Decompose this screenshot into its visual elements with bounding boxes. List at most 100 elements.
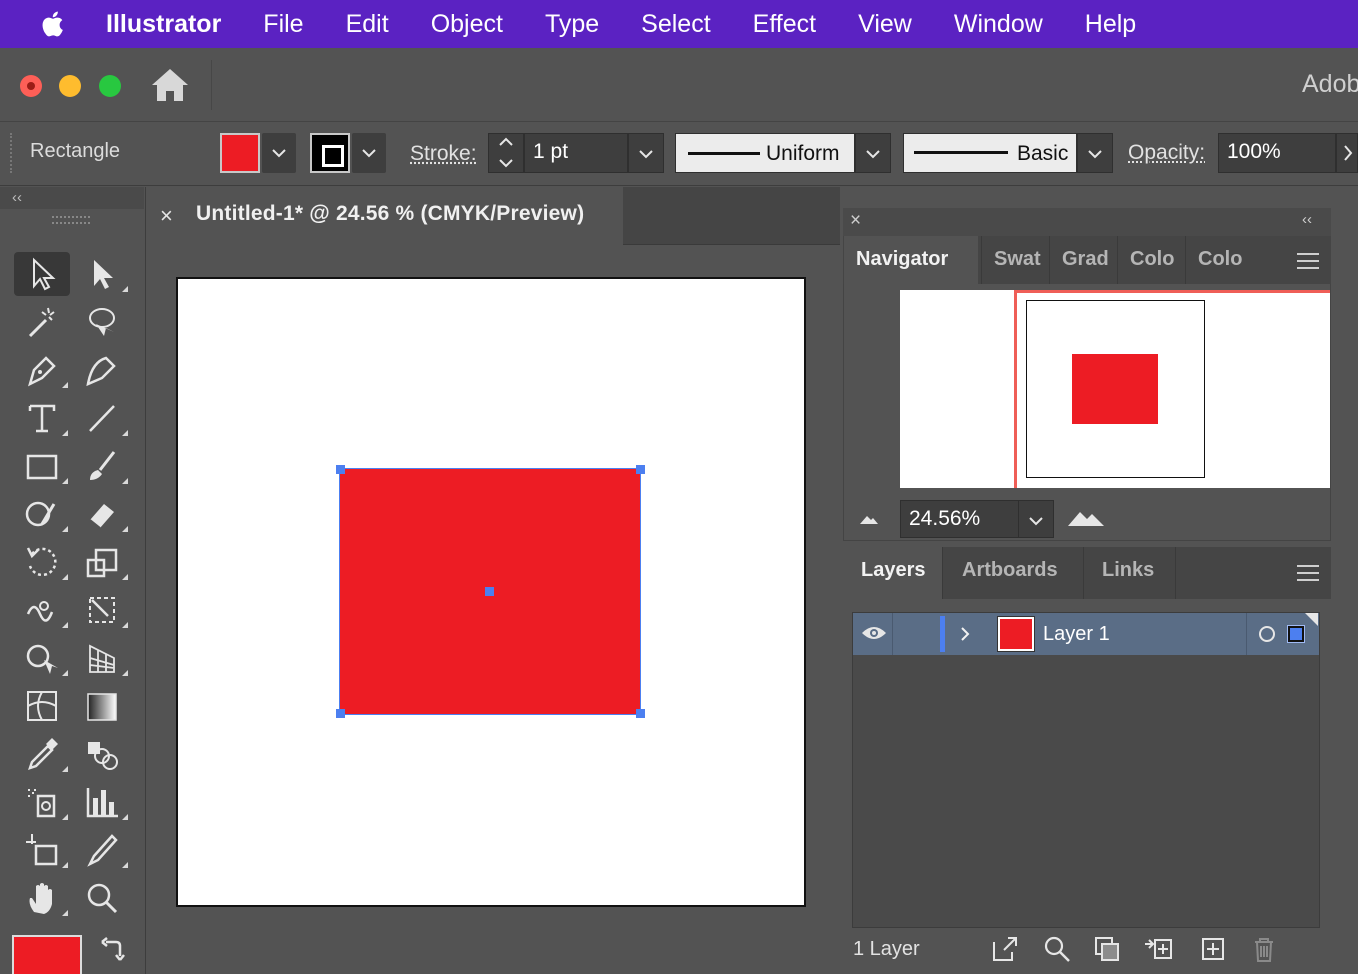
collapse-panels-button[interactable]: ‹‹ [1302, 211, 1312, 228]
layer-target-circle-icon[interactable] [1259, 626, 1275, 642]
menu-view[interactable]: View [858, 10, 912, 39]
trash-icon[interactable] [1249, 934, 1279, 964]
close-panel-button[interactable]: × [850, 210, 861, 232]
shaper-tool[interactable] [14, 492, 70, 536]
line-segment-tool[interactable] [74, 396, 130, 440]
mesh-tool[interactable] [14, 684, 70, 728]
menu-file[interactable]: File [263, 10, 303, 39]
search-icon[interactable] [1042, 934, 1072, 964]
close-document-tab-button[interactable]: × [160, 203, 173, 229]
menu-select[interactable]: Select [641, 10, 710, 39]
zoom-tool[interactable] [74, 876, 130, 920]
eyedropper-tool[interactable] [14, 732, 70, 776]
selection-handle[interactable] [636, 709, 645, 718]
layer-name[interactable]: Layer 1 [1043, 623, 1110, 646]
center-point [485, 587, 494, 596]
selection-handle[interactable] [336, 709, 345, 718]
slice-tool[interactable] [74, 828, 130, 872]
panel-menu-icon[interactable] [1297, 253, 1319, 269]
stroke-color-swatch[interactable] [310, 133, 350, 173]
rectangle-tool[interactable] [14, 444, 70, 488]
gradient-tool[interactable] [74, 684, 130, 728]
opacity-field[interactable]: 100% [1218, 133, 1336, 173]
eraser-icon [89, 504, 114, 529]
magic-wand-tool[interactable] [14, 300, 70, 344]
direct-selection-tool[interactable] [74, 252, 130, 296]
zoom-in-mountain-icon[interactable] [1066, 506, 1106, 528]
menu-edit[interactable]: Edit [346, 10, 389, 39]
apple-icon[interactable] [40, 10, 64, 38]
layer-selection-indicator[interactable] [1287, 625, 1305, 643]
hand-tool[interactable] [14, 876, 70, 920]
fill-color-indicator[interactable] [12, 935, 82, 974]
tab-color[interactable]: Colo [1117, 236, 1181, 284]
tools-panel-grip[interactable] [52, 216, 90, 224]
symbol-sprayer-tool[interactable] [14, 780, 70, 824]
tab-layers[interactable]: Layers [843, 547, 943, 599]
stroke-panel-link[interactable]: Stroke: [410, 142, 477, 166]
menu-help[interactable]: Help [1085, 10, 1136, 39]
window-minimize-button[interactable] [59, 75, 81, 97]
column-graph-tool[interactable] [74, 780, 130, 824]
warp-tool[interactable] [14, 588, 70, 632]
control-bar-grip[interactable] [10, 133, 14, 173]
tab-navigator[interactable]: Navigator [844, 236, 978, 284]
lasso-icon [89, 308, 115, 336]
blend-tool[interactable] [74, 732, 130, 776]
brush-dropdown[interactable] [1077, 133, 1113, 173]
layers-list[interactable] [852, 612, 1320, 928]
panel-menu-icon[interactable] [1297, 565, 1319, 581]
new-sublayer-icon[interactable] [1143, 934, 1173, 964]
tab-gradient[interactable]: Grad [1049, 236, 1113, 284]
selection-tool[interactable] [14, 252, 70, 296]
lasso-tool[interactable] [74, 300, 130, 344]
document-tab-title[interactable]: Untitled-1* @ 24.56 % (CMYK/Preview) [196, 202, 584, 226]
profile-dropdown[interactable] [855, 133, 891, 173]
curvature-tool[interactable] [74, 348, 130, 392]
type-tool[interactable] [14, 396, 70, 440]
menu-app-name[interactable]: Illustrator [106, 10, 221, 39]
tab-color-guide[interactable]: Colo [1185, 236, 1251, 284]
zoom-out-mountain-icon[interactable] [858, 508, 880, 528]
stroke-weight-field[interactable]: 1 pt [524, 133, 628, 173]
paintbrush-tool[interactable] [74, 444, 130, 488]
eraser-tool[interactable] [74, 492, 130, 536]
chevron-right-icon[interactable] [958, 624, 972, 644]
tab-swatches[interactable]: Swat [981, 236, 1045, 284]
window-zoom-button[interactable] [99, 75, 121, 97]
rotate-tool[interactable] [14, 540, 70, 584]
slice-knife-icon [87, 834, 118, 867]
swap-fill-stroke-icon[interactable] [98, 934, 128, 964]
stroke-weight-stepper[interactable] [488, 133, 524, 173]
fill-dropdown-button[interactable] [262, 133, 296, 173]
stroke-weight-dropdown[interactable] [628, 133, 664, 173]
fill-color-swatch[interactable] [220, 133, 260, 173]
eye-visibility-icon[interactable] [861, 624, 887, 642]
clipping-mask-icon[interactable] [1092, 934, 1122, 964]
menu-window[interactable]: Window [954, 10, 1043, 39]
new-layer-icon[interactable] [1198, 934, 1228, 964]
stroke-dropdown-button[interactable] [352, 133, 386, 173]
zoom-dropdown[interactable] [1018, 500, 1054, 538]
menu-effect[interactable]: Effect [753, 10, 816, 39]
free-transform-tool[interactable] [74, 588, 130, 632]
menu-type[interactable]: Type [545, 10, 599, 39]
home-icon[interactable] [150, 67, 190, 103]
opacity-arrow-button[interactable] [1336, 133, 1358, 173]
selection-handle[interactable] [636, 465, 645, 474]
navigator-zoom-field[interactable]: 24.56% [900, 500, 1020, 538]
scale-tool[interactable] [74, 540, 130, 584]
menu-object[interactable]: Object [431, 10, 503, 39]
pen-tool[interactable] [14, 348, 70, 392]
selection-handle[interactable] [336, 465, 345, 474]
perspective-grid-tool[interactable] [74, 636, 130, 680]
shape-builder-tool[interactable] [14, 636, 70, 680]
artboard-tool[interactable] [14, 828, 70, 872]
export-icon[interactable] [990, 934, 1020, 964]
brush-preview-line [914, 151, 1008, 154]
opacity-panel-link[interactable]: Opacity: [1128, 141, 1205, 165]
window-close-button[interactable] [20, 75, 42, 97]
tab-artboards[interactable]: Artboards [944, 547, 1084, 599]
tab-links[interactable]: Links [1084, 547, 1176, 599]
collapse-toolbar-button[interactable]: ‹‹ [12, 189, 22, 206]
